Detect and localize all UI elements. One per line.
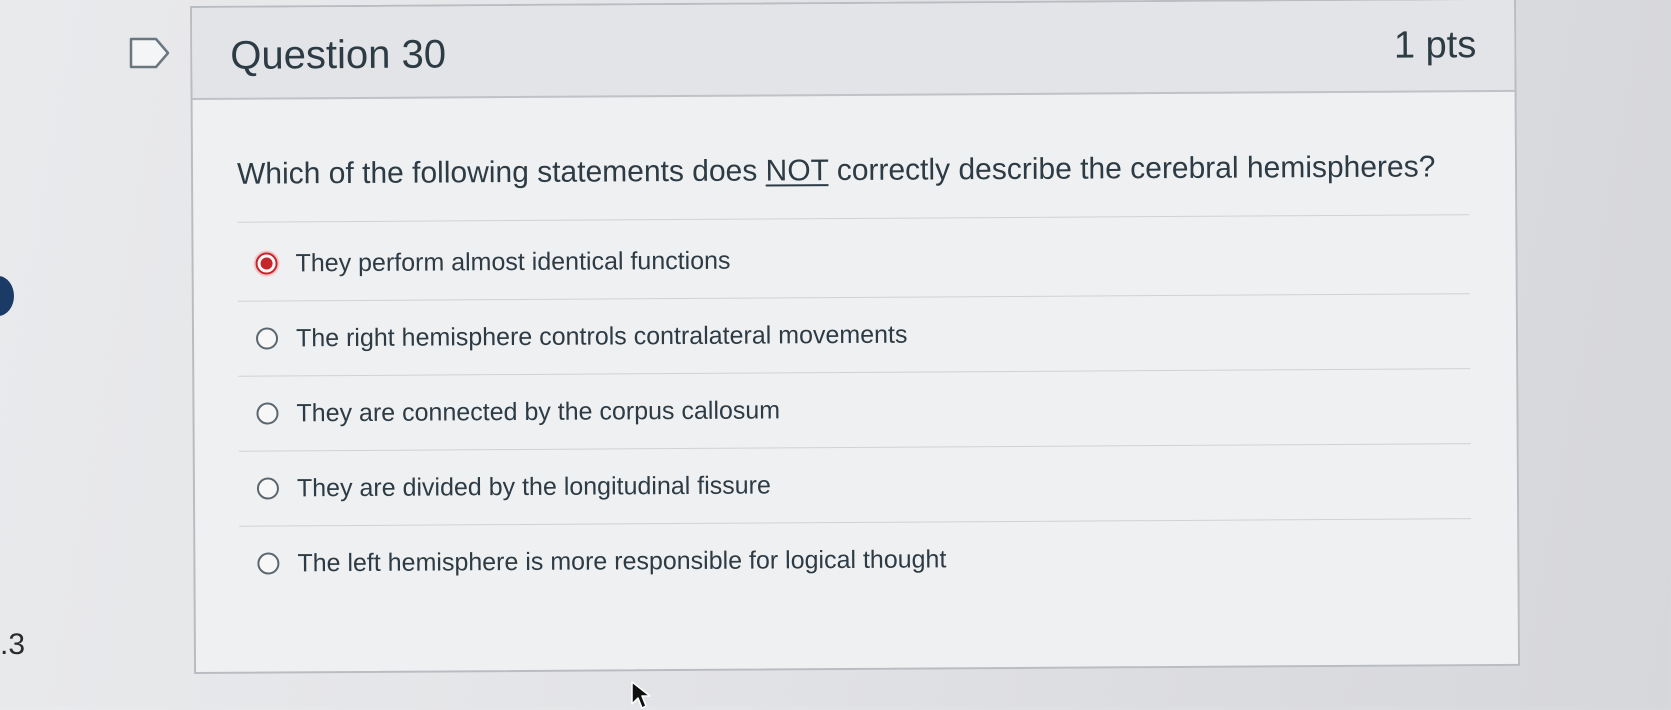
question-title: Question 30 bbox=[230, 32, 447, 78]
question-text-end: correctly describe the cerebral hemisphe… bbox=[828, 150, 1436, 188]
question-text-start: Which of the following statements does bbox=[236, 154, 766, 191]
question-points: 1 pts bbox=[1393, 24, 1477, 67]
answer-label: They are connected by the corpus callosu… bbox=[296, 395, 781, 427]
answer-label: They perform almost identical functions bbox=[295, 246, 731, 277]
answer-option-1[interactable]: They perform almost identical functions bbox=[237, 219, 1470, 302]
answer-option-5[interactable]: The left hemisphere is more responsible … bbox=[239, 519, 1471, 601]
radio-button[interactable] bbox=[255, 327, 279, 350]
question-card: Question 30 1 pts Which of the following… bbox=[190, 0, 1521, 674]
answer-label: They are divided by the longitudinal fis… bbox=[296, 470, 771, 502]
answer-label: The right hemisphere controls contralate… bbox=[295, 320, 908, 352]
question-body: Which of the following statements does N… bbox=[193, 92, 1518, 601]
radio-button[interactable] bbox=[257, 552, 280, 575]
sidebar-indicator-dot bbox=[0, 276, 14, 316]
radio-button[interactable] bbox=[256, 477, 280, 500]
question-text: Which of the following statements does N… bbox=[236, 150, 1470, 223]
question-header: Question 30 1 pts bbox=[192, 0, 1515, 100]
question-text-emphasis: NOT bbox=[765, 154, 829, 188]
answer-list: They perform almost identical functions … bbox=[237, 219, 1477, 601]
answer-option-3[interactable]: They are connected by the corpus callosu… bbox=[238, 369, 1471, 452]
radio-button-selected[interactable] bbox=[255, 252, 278, 275]
radio-button[interactable] bbox=[256, 402, 279, 425]
answer-label: The left hemisphere is more responsible … bbox=[297, 544, 947, 577]
flag-icon[interactable] bbox=[128, 36, 172, 70]
answer-option-2[interactable]: The right hemisphere controls contralate… bbox=[237, 294, 1471, 377]
answer-option-4[interactable]: They are divided by the longitudinal fis… bbox=[238, 444, 1472, 527]
side-question-number: .3 bbox=[0, 628, 26, 661]
